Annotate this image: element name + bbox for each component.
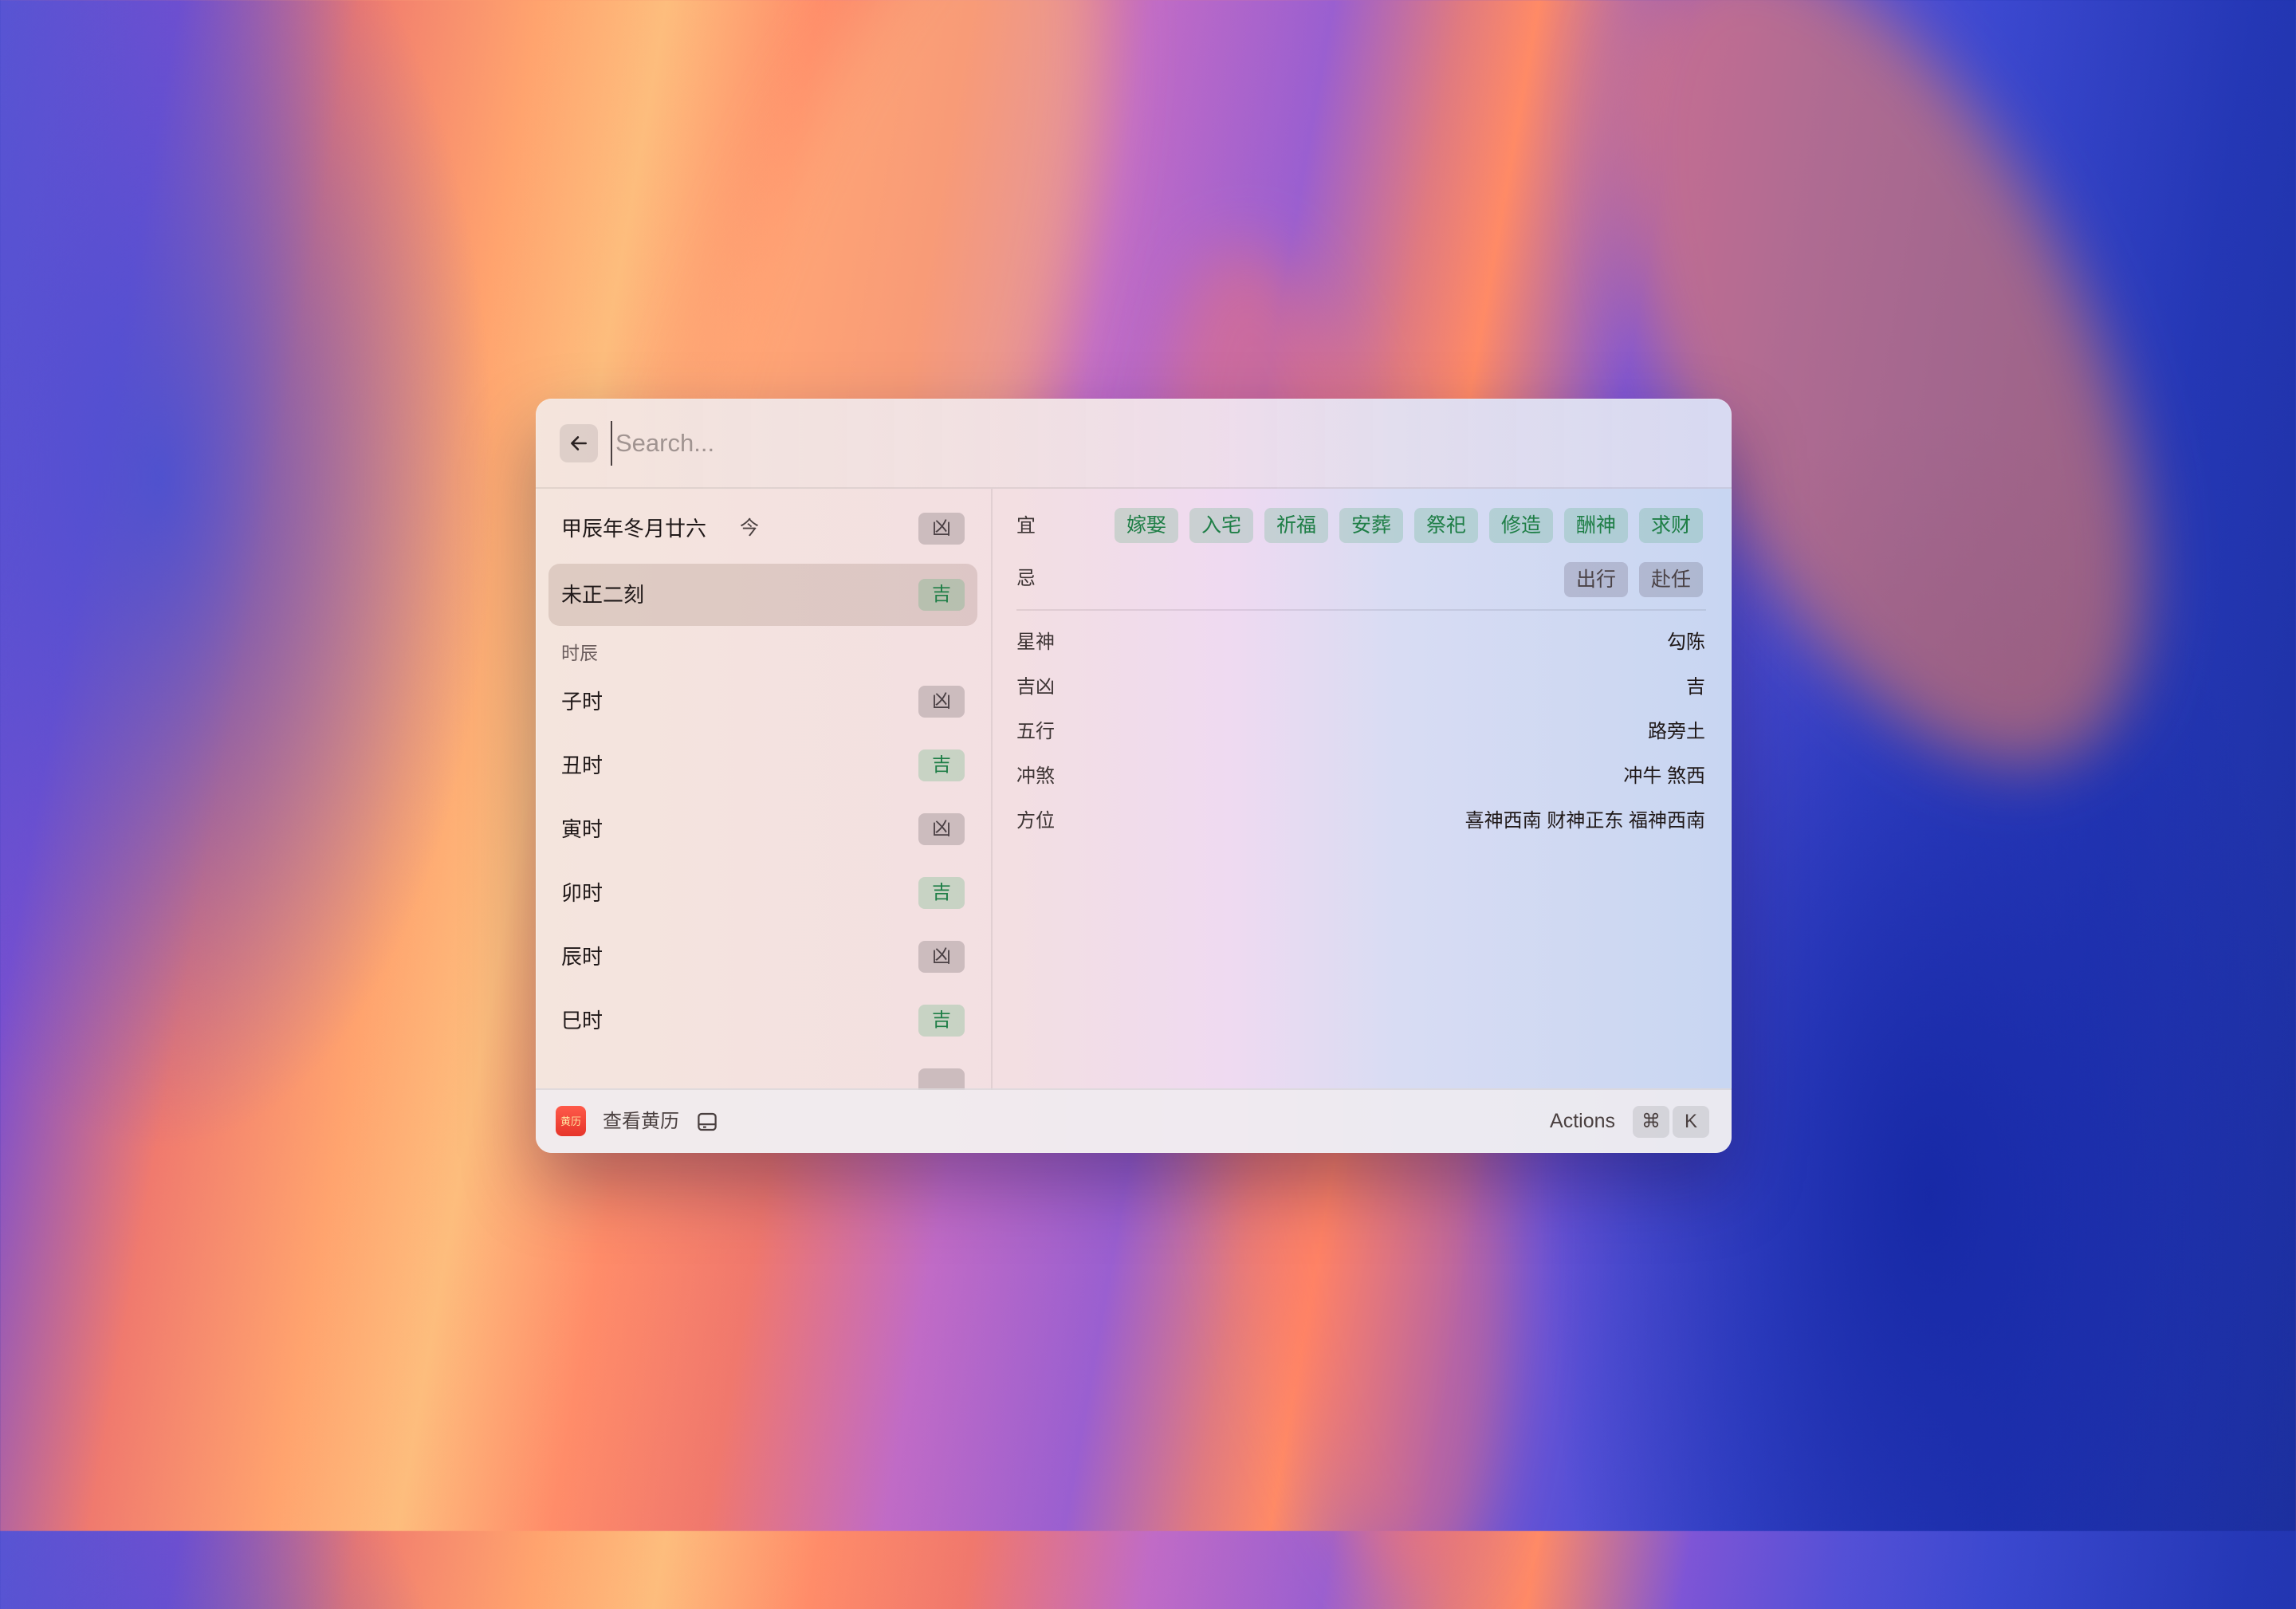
list-item[interactable]: 子时 凶 [548,671,977,733]
info-label: 方位 [1016,810,1055,832]
fortune-tag: 凶 [918,513,965,545]
fortune-tag: 吉 [918,749,965,781]
row-label: 丑时 [561,753,603,777]
calendar-panel: 甲辰年冬月廿六 今 凶 未正二刻 吉 时辰 子时 凶 丑时 吉 寅时 凶 卯时 … [536,399,1732,1153]
info-value: 喜神西南 财神正东 福神西南 [1464,810,1705,832]
row-label: 子时 [561,690,603,714]
info-value: 吉 [1686,676,1705,698]
search-input[interactable] [611,421,1652,466]
search-bar [536,399,1732,489]
row-label: 甲辰年冬月廿六 [561,517,707,541]
actions-button[interactable]: Actions [1550,1090,1615,1153]
row-label: 卯时 [561,881,603,905]
left-list: 甲辰年冬月廿六 今 凶 未正二刻 吉 时辰 子时 凶 丑时 吉 寅时 凶 卯时 … [536,489,990,1090]
info-value: 路旁土 [1648,721,1705,742]
list-item-date[interactable]: 甲辰年冬月廿六 今 凶 [548,498,977,560]
row-label: 辰时 [561,945,603,969]
fortune-tag: 凶 [918,686,965,718]
list-item-selected[interactable]: 未正二刻 吉 [548,564,977,626]
info-label: 冲煞 [1016,765,1055,787]
fortune-tag: 吉 [918,579,965,611]
list-item[interactable]: 寅时 凶 [548,798,977,860]
command-title: 查看黄历 [603,1111,679,1132]
row-label: 寅时 [561,817,603,841]
row-label: 巳时 [561,1009,603,1033]
kbd-k: K [1673,1106,1709,1138]
yi-label: 宜 [1016,515,1036,537]
action-bar: 黄历 查看黄历 Actions ⌘ K [536,1088,1732,1153]
info-value: 勾陈 [1667,631,1705,653]
kbd-cmd: ⌘ [1633,1106,1669,1138]
detail-pane: 宜 嫁娶 入宅 祈福 安葬 祭祀 修造 酬神 求财 忌 出行 赴任 星神 勾陈 … [993,489,1732,1090]
section-label: 时辰 [561,643,598,663]
section-divider [1016,609,1706,611]
info-label: 吉凶 [1016,676,1055,698]
yi-chip: 酬神 [1564,508,1629,543]
list-item-partial[interactable] [548,1053,977,1090]
fortune-tag: 凶 [918,941,965,973]
row-label: 未正二刻 [561,583,645,607]
fortune-tag: 吉 [918,1005,965,1037]
back-button[interactable] [560,424,598,462]
info-value: 冲牛 煞西 [1623,765,1705,787]
yi-chip: 祈福 [1264,508,1329,543]
arrow-left-icon [571,436,587,450]
list-item[interactable]: 卯时 吉 [548,862,977,924]
info-label: 五行 [1016,721,1055,742]
info-label: 星神 [1016,631,1055,653]
fortune-tag: 吉 [918,877,965,909]
ji-chip: 出行 [1564,562,1629,597]
yi-chip: 入宅 [1189,508,1254,543]
yi-chip: 祭祀 [1414,508,1479,543]
today-indicator: 今 [740,517,759,539]
yi-chip: 求财 [1639,508,1704,543]
sidebar-panel-icon[interactable] [695,1110,719,1134]
yi-chip: 安葬 [1339,508,1404,543]
yi-chip: 嫁娶 [1115,508,1179,543]
fortune-tag [918,1068,965,1090]
list-item[interactable]: 丑时 吉 [548,734,977,797]
list-item[interactable]: 辰时 凶 [548,926,977,988]
calendar-app-icon: 黄历 [556,1106,586,1136]
ji-chip: 赴任 [1639,562,1704,597]
fortune-tag: 凶 [918,813,965,845]
list-item[interactable]: 巳时 吉 [548,989,977,1052]
yi-chip: 修造 [1489,508,1554,543]
ji-label: 忌 [1016,568,1036,589]
